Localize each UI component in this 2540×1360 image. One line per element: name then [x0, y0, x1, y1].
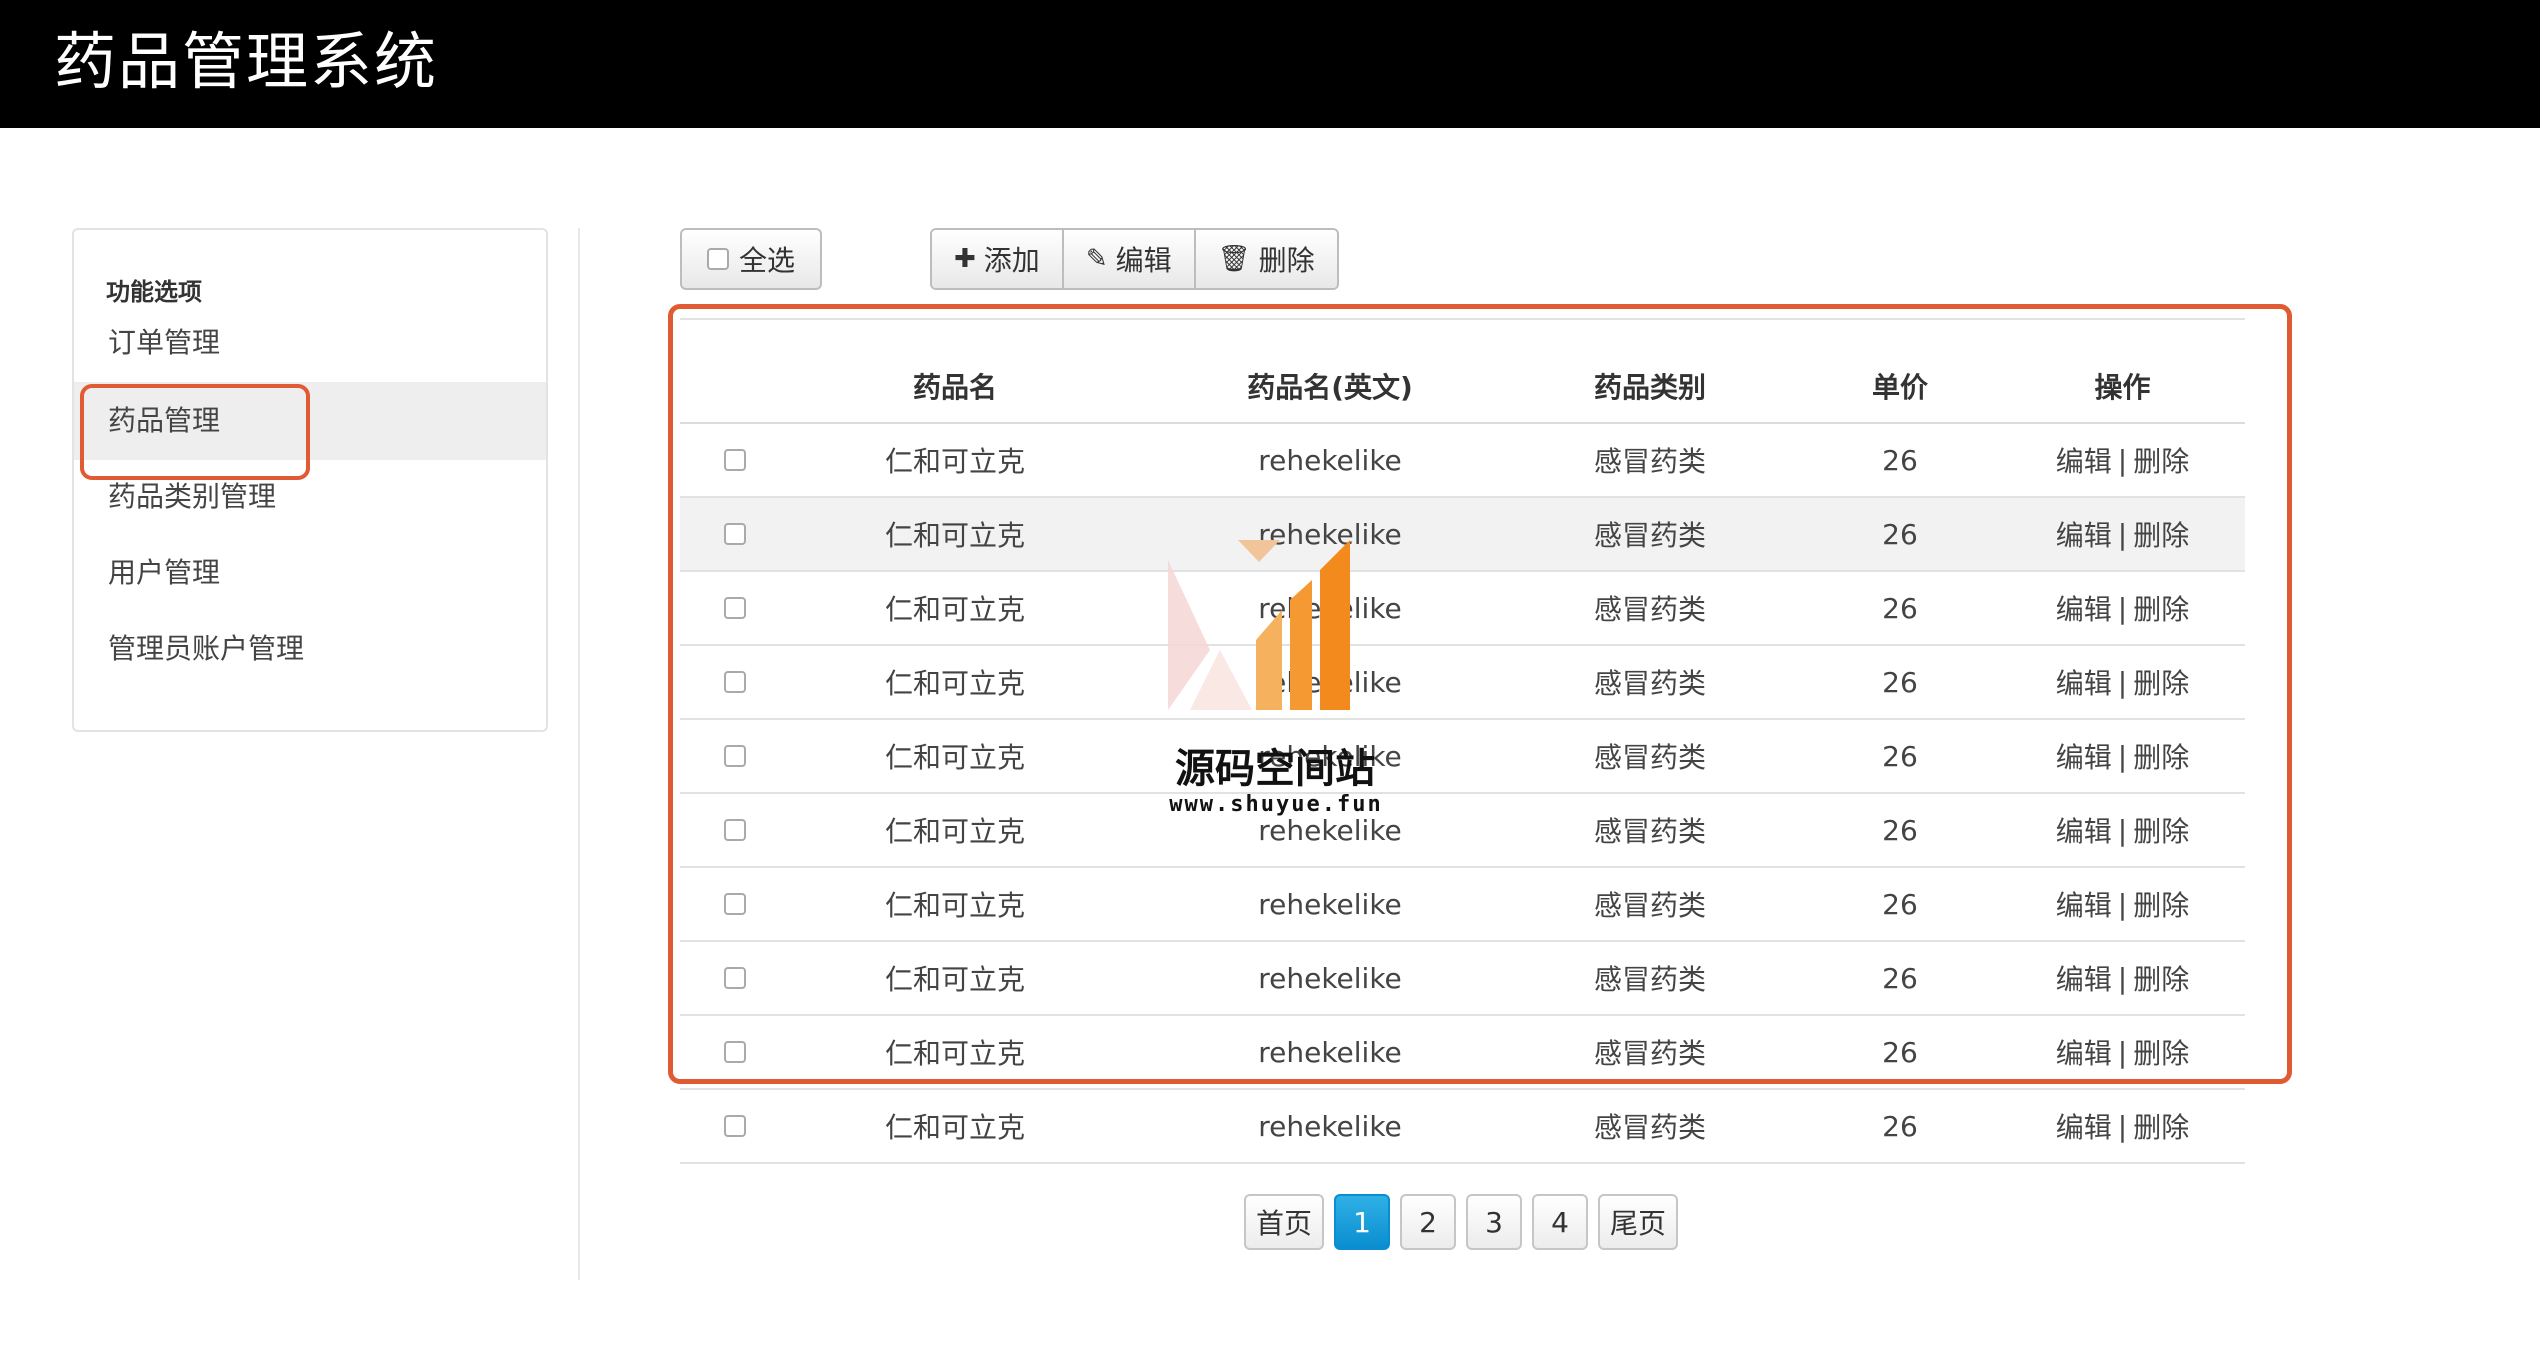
sidebar-item-orders[interactable]: 订单管理	[74, 304, 546, 382]
app-title: 药品管理系统	[54, 25, 439, 98]
page-button-4[interactable]: 4	[1532, 1194, 1589, 1250]
trash-icon: 🗑	[1217, 244, 1251, 274]
edit-icon: ✎	[1085, 244, 1108, 274]
row-checkbox[interactable]	[724, 1115, 746, 1137]
delete-label: 删除	[1258, 244, 1315, 277]
watermark-logo-icon	[1168, 540, 1350, 710]
first-page-button[interactable]: 首页	[1244, 1194, 1325, 1250]
pagination: 首页 1 2 3 4 尾页	[1244, 1194, 1679, 1250]
delete-button[interactable]: 🗑 删除	[1195, 230, 1337, 288]
row-delete-link[interactable]: 删除	[2133, 1106, 2189, 1146]
cell-price: 26	[1882, 1109, 1918, 1143]
select-all-checkbox[interactable]	[706, 248, 729, 270]
row-checkbox-cell	[680, 1090, 790, 1162]
sidebar: 功能选项 订单管理 药品管理 药品类别管理 用户管理 管理员账户管理	[72, 228, 548, 732]
content-divider	[578, 228, 580, 1280]
page-button-2[interactable]: 2	[1400, 1194, 1457, 1250]
row-edit-link[interactable]: 编辑	[2056, 1106, 2112, 1146]
page-button-3[interactable]: 3	[1466, 1194, 1523, 1250]
select-all-button[interactable]: 全选	[680, 228, 822, 290]
last-page-button[interactable]: 尾页	[1598, 1194, 1679, 1250]
cell-category: 感冒药类	[1593, 1111, 1706, 1144]
cell-actions: 编辑 | 删除	[2000, 1090, 2245, 1162]
watermark-title: 源码空间站	[1175, 746, 1375, 792]
page-button-1[interactable]: 1	[1334, 1194, 1391, 1250]
edit-label: 编辑	[1115, 244, 1172, 277]
select-all-label: 全选	[738, 244, 795, 277]
action-button-group: ✚ 添加 ✎ 编辑 🗑 删除	[930, 228, 1339, 290]
watermark: 源码空间站 www.shuyue.fun	[1160, 540, 1390, 820]
edit-button[interactable]: ✎ 编辑	[1063, 230, 1196, 288]
watermark-url: www.shuyue.fun	[1169, 792, 1383, 817]
sidebar-item-admin-accounts[interactable]: 管理员账户管理	[74, 610, 546, 688]
add-button[interactable]: ✚ 添加	[932, 230, 1064, 288]
cell-name-en: rehekelike	[1258, 1109, 1402, 1143]
sidebar-highlight-box	[80, 384, 310, 480]
table-row: 仁和可立克 rehekelike 感冒药类 26 编辑|删除	[680, 1090, 2245, 1164]
row-action-separator: |	[2117, 1109, 2128, 1143]
sidebar-item-users[interactable]: 用户管理	[74, 534, 546, 612]
sidebar-header: 功能选项	[106, 278, 202, 306]
table-highlight-box	[668, 304, 2292, 1084]
plus-icon: ✚	[954, 244, 976, 274]
cell-name: 仁和可立克	[884, 1111, 1025, 1144]
app-header: 药品管理系统	[0, 0, 2540, 128]
add-label: 添加	[983, 244, 1040, 277]
